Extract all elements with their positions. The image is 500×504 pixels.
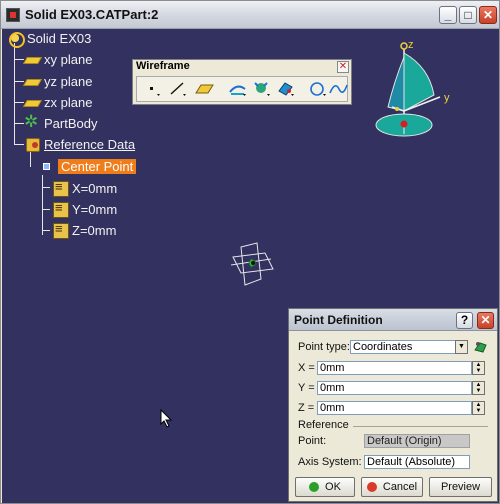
tree-connector <box>30 151 31 167</box>
x-spinner[interactable]: ▲ ▼ <box>472 361 485 375</box>
tree-item-reference-data[interactable]: Reference Data <box>24 135 135 153</box>
tree-item-center-point[interactable]: Center Point <box>38 157 137 175</box>
maximize-button[interactable]: □ <box>459 6 477 24</box>
point-tool-icon[interactable] <box>141 79 163 99</box>
tree-item-x-param[interactable]: X=0mm <box>52 179 117 197</box>
toolbar-title[interactable]: Wireframe <box>133 60 351 74</box>
x-coordinate-field[interactable]: 0mm <box>317 361 472 375</box>
tree-connector <box>42 230 50 231</box>
catia-app-icon <box>6 8 20 22</box>
plane-icon <box>24 94 40 110</box>
axis-system-field[interactable]: Default (Absolute) <box>364 455 470 469</box>
reference-point-field[interactable]: Default (Origin) <box>364 434 470 448</box>
tree-root-label: Solid EX03 <box>27 30 92 46</box>
geometrical-set-icon <box>24 136 40 152</box>
ok-button[interactable]: OK <box>295 477 355 497</box>
preview-button[interactable]: Preview <box>429 477 492 497</box>
z-label: Z = <box>298 402 315 414</box>
offset-tool-icon[interactable] <box>251 79 273 99</box>
compass-z-label: z <box>408 39 414 51</box>
spline-tool-icon[interactable] <box>327 79 349 99</box>
tree-item-zx-plane[interactable]: zx plane <box>24 93 92 111</box>
tree-connector <box>14 59 24 60</box>
tree-item-partbody[interactable]: PartBody <box>24 112 98 132</box>
ok-icon <box>309 482 320 492</box>
cancel-button[interactable]: Cancel <box>361 477 423 497</box>
tree-connector <box>14 102 24 103</box>
cancel-icon <box>366 482 377 492</box>
parameter-icon <box>52 221 69 239</box>
tree-item-label: Y=0mm <box>72 201 118 217</box>
ok-button-label: OK <box>325 481 341 493</box>
plane-tool-icon[interactable] <box>193 79 215 99</box>
y-coordinate-field[interactable]: 0mm <box>317 381 472 395</box>
x-label: X = <box>298 362 315 374</box>
parameter-icon <box>52 179 69 197</box>
plane-icon <box>24 73 40 89</box>
tree-item-yz-plane[interactable]: yz plane <box>24 72 92 90</box>
tree-item-label: xy plane <box>44 51 93 67</box>
tree-connector <box>42 175 43 235</box>
dialog-title: Point Definition <box>294 313 383 327</box>
tree-item-label: PartBody <box>44 115 98 131</box>
partbody-gear-icon <box>24 112 40 132</box>
dialog-titlebar[interactable]: Point Definition ? ✕ <box>289 309 497 331</box>
sweep-tool-icon[interactable] <box>275 79 297 99</box>
3d-compass[interactable]: z y <box>374 37 454 147</box>
plane-icon <box>24 51 40 67</box>
parameter-icon <box>52 200 69 218</box>
tree-item-xy-plane[interactable]: xy plane <box>24 50 92 68</box>
wireframe-toolbar[interactable]: Wireframe ✕ <box>132 59 352 105</box>
dialog-close-button[interactable]: ✕ <box>477 312 494 329</box>
tree-item-label: Reference Data <box>44 136 136 152</box>
toolbar-buttons <box>136 76 348 102</box>
reference-section-label: Reference <box>298 419 349 431</box>
window-title: Solid EX03.CATPart:2 <box>25 7 159 22</box>
mouse-cursor-icon <box>160 408 174 429</box>
part-icon <box>7 30 25 48</box>
circle-tool-icon[interactable] <box>307 79 329 99</box>
point-type-select[interactable]: Coordinates <box>350 340 457 354</box>
z-coordinate-field[interactable]: 0mm <box>317 401 472 415</box>
close-button[interactable]: ✕ <box>479 6 497 24</box>
reference-divider <box>353 426 488 427</box>
point-type-label: Point type: <box>298 341 350 353</box>
tree-connector <box>42 209 50 210</box>
tree-connector <box>14 81 24 82</box>
toolbar-close-button[interactable]: ✕ <box>337 61 349 73</box>
tree-item-z-param[interactable]: Z=0mm <box>52 221 116 239</box>
cancel-button-label: Cancel <box>382 481 418 493</box>
origin-point-glyph[interactable] <box>227 239 279 289</box>
tree-connector <box>14 123 24 124</box>
z-spinner[interactable]: ▲ ▼ <box>472 401 485 415</box>
line-tool-icon[interactable] <box>167 79 189 99</box>
point-type-explorer-icon[interactable] <box>472 339 490 355</box>
tree-connector <box>42 187 50 188</box>
preview-button-label: Preview <box>440 481 481 493</box>
chevron-down-icon[interactable]: ▼ <box>455 340 468 354</box>
help-button[interactable]: ? <box>456 312 473 329</box>
tree-item-y-param[interactable]: Y=0mm <box>52 200 117 218</box>
reference-point-label: Point: <box>298 435 327 447</box>
y-label: Y = <box>298 382 315 394</box>
tree-item-label: Z=0mm <box>72 222 117 238</box>
compass-y-label: y <box>444 92 450 104</box>
tree-item-label: Center Point <box>58 158 137 174</box>
tree-item-label: zx plane <box>44 94 93 110</box>
projection-tool-icon[interactable] <box>227 79 249 99</box>
tree-item-label: yz plane <box>44 73 93 89</box>
tree-root[interactable]: Solid EX03 <box>7 29 92 48</box>
window-titlebar[interactable]: Solid EX03.CATPart:2 _ □ ✕ <box>1 1 499 29</box>
tree-item-label: X=0mm <box>72 180 118 196</box>
catia-part-window: Solid EX03.CATPart:2 _ □ ✕ Solid EX03 xy… <box>0 0 500 504</box>
tree-connector <box>14 144 24 145</box>
minimize-button[interactable]: _ <box>439 6 457 24</box>
point-icon <box>38 158 54 174</box>
point-definition-dialog: Point Definition ? ✕ Point type: Coordin… <box>288 308 498 502</box>
y-spinner[interactable]: ▲ ▼ <box>472 381 485 395</box>
axis-system-label: Axis System: <box>298 456 362 468</box>
